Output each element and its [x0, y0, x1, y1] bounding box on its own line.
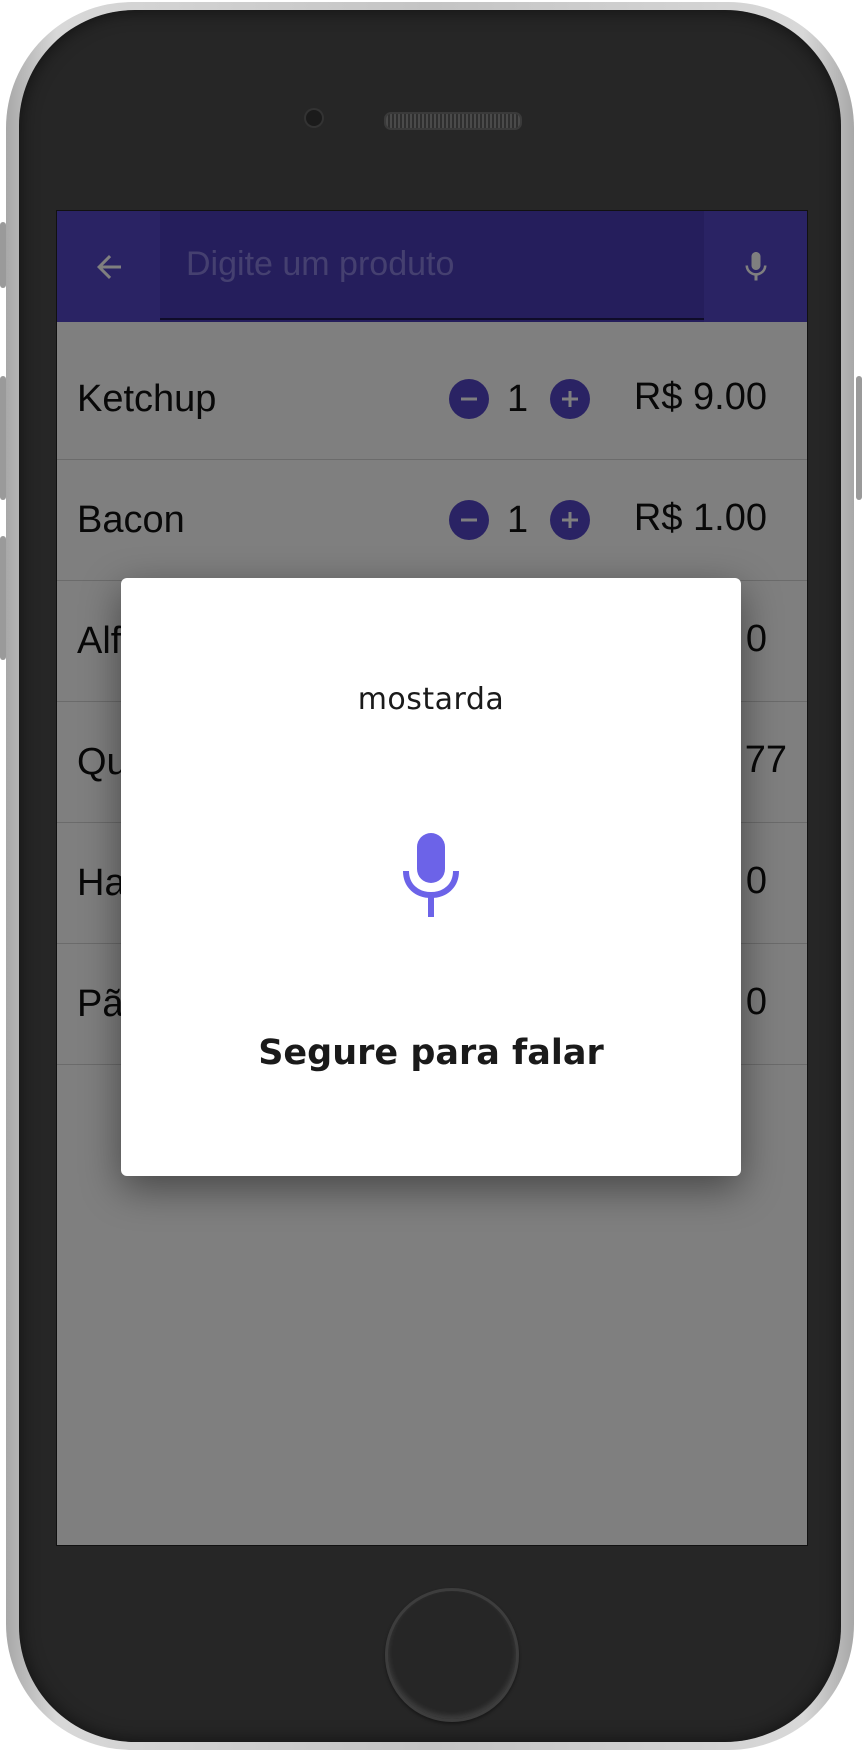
app-screen: Ketchup 1 R$ 9.00 Bacon 1 R$ 1.00 Alf 0	[56, 210, 808, 1546]
power-button	[856, 376, 862, 500]
volume-up-button	[0, 376, 6, 500]
front-camera	[306, 110, 322, 126]
recognized-speech-text: mostarda	[357, 682, 505, 717]
earpiece-speaker	[384, 112, 522, 130]
volume-down-button	[0, 536, 6, 660]
microphone-icon[interactable]	[401, 833, 461, 917]
hold-to-speak-label: Segure para falar	[258, 1033, 604, 1073]
voice-input-dialog: mostarda Segure para falar	[121, 578, 741, 1176]
home-button[interactable]	[385, 1588, 519, 1722]
mute-switch	[0, 222, 6, 288]
